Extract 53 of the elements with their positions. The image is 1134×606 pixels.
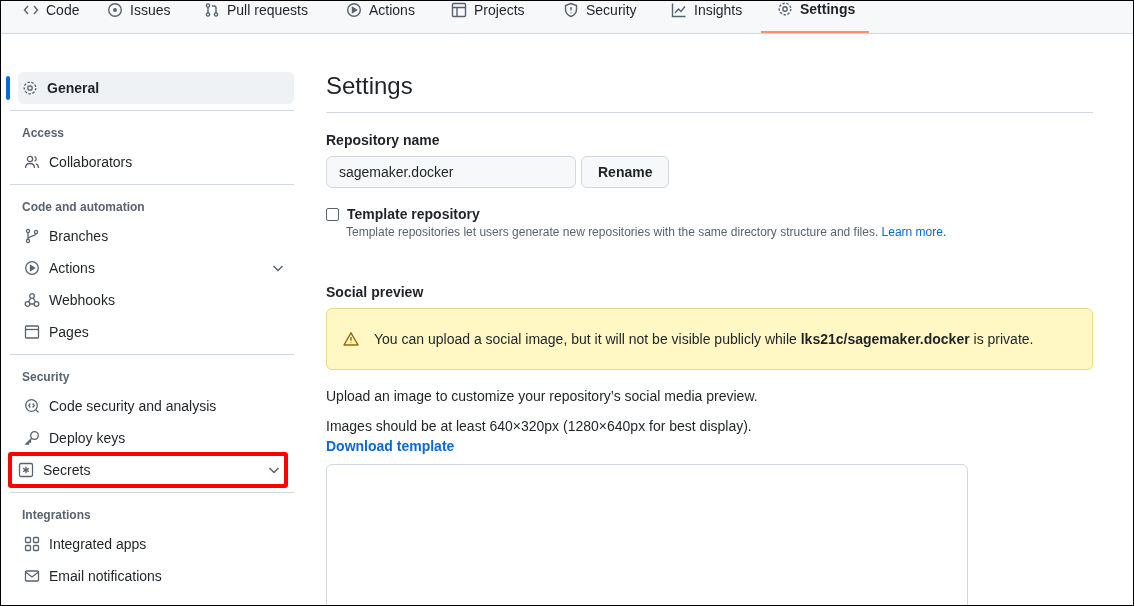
sidebar-item[interactable]: Branches (8, 220, 294, 252)
image-size-hint: Images should be at least 640×320px (1280×640px for best display). (326, 418, 753, 434)
people-icon (24, 154, 40, 170)
key-icon (24, 430, 40, 446)
rename-button[interactable]: Rename (581, 156, 670, 188)
warning-icon (343, 331, 359, 347)
section-heading: Access (21, 125, 66, 142)
sidebar-item[interactable]: Email notifications (8, 560, 294, 592)
learn-more-link[interactable]: Learn more. (881, 225, 947, 239)
checkbox-label: Template repository (347, 206, 480, 222)
webhook-icon (24, 292, 40, 308)
repo-tab[interactable]: Issues (105, 1, 198, 33)
graph-icon (671, 2, 687, 18)
sidebar-item[interactable]: Webhooks (8, 284, 294, 316)
gear-icon (22, 80, 38, 96)
template-checkbox[interactable] (326, 207, 339, 221)
browser-window-icon (24, 324, 40, 340)
sidebar-item[interactable]: Code security and analysis (8, 390, 294, 422)
warning-message: You can upload a social image, but it will not be visible publicly while lks21c/sagemaker.docker is private. (374, 331, 1034, 347)
section-heading: Social preview (326, 284, 425, 300)
section-heading: Integrations (21, 507, 92, 524)
repo-tab[interactable]: Projects (449, 1, 557, 33)
sidebar-item[interactable]: Integrated apps (8, 528, 294, 560)
sidebar-item[interactable]: Deploy keys (8, 422, 294, 454)
gear-icon (777, 1, 793, 17)
download-template-link[interactable]: Download template (326, 438, 455, 454)
section-heading: Security (21, 369, 71, 386)
upload-hint: Upload an image to customize your repository’s social media preview. (326, 388, 759, 404)
play-circle-icon (24, 260, 40, 276)
pull-request-icon (204, 2, 220, 18)
asterisk-box-icon (18, 462, 34, 478)
table-icon (451, 2, 467, 18)
code-scan-icon (24, 398, 40, 414)
branch-icon (24, 228, 40, 244)
repo-tab[interactable]: Settings (761, 1, 870, 33)
sidebar-item[interactable]: Actions (8, 252, 294, 284)
section-heading: Code and automation (21, 199, 146, 216)
envelope-icon (24, 568, 40, 584)
sidebar-item[interactable]: Secrets (8, 452, 288, 488)
grid-icon (24, 536, 40, 552)
repo-tab[interactable]: Security (561, 1, 665, 33)
repo-tab[interactable]: Code (21, 1, 101, 33)
repo-tab[interactable]: Pull requests (202, 1, 340, 33)
template-description: Template repositories let users generate new repositories with the same directory structure and files. Learn more. (346, 225, 948, 239)
page-title: Settings (326, 72, 1093, 113)
repo-tab[interactable]: Actions (344, 1, 445, 33)
repository-name-field[interactable]: sagemaker.docker (326, 156, 576, 188)
play-circle-icon (346, 2, 362, 18)
field-label: Repository name (326, 132, 441, 148)
shield-icon (563, 2, 579, 18)
sidebar-item[interactable]: Collaborators (8, 146, 294, 178)
sidebar-item[interactable]: Pages (8, 316, 294, 348)
issue-circle-icon (107, 2, 123, 18)
